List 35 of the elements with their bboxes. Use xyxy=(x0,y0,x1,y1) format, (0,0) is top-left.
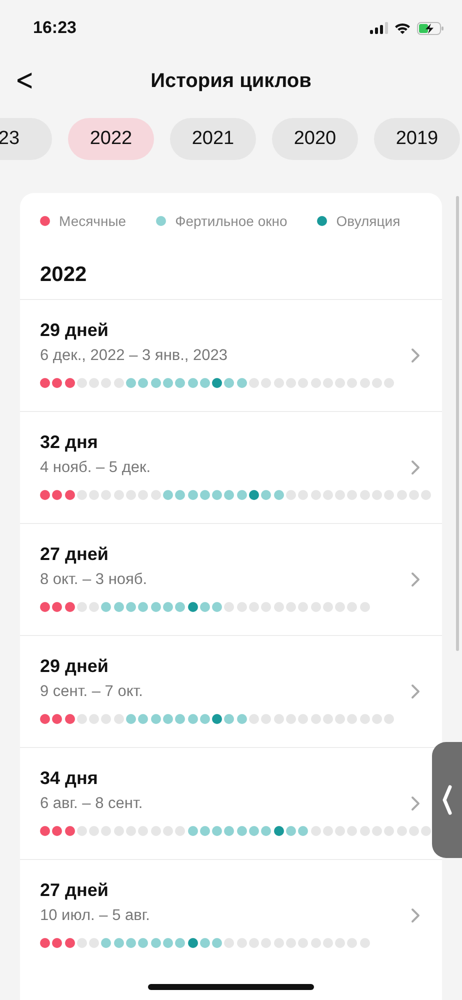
year-chip[interactable]: 2022 xyxy=(68,118,154,160)
chevron-left-icon xyxy=(442,785,452,815)
status-time: 16:23 xyxy=(33,18,76,38)
cycle-length: 27 дней xyxy=(40,880,108,901)
chevron-right-icon xyxy=(411,572,420,587)
legend-label: Фертильное окно xyxy=(175,213,288,229)
page-title: История циклов xyxy=(150,70,312,92)
cycle-dates: 9 сент. – 7 окт. xyxy=(40,683,143,701)
cycle-length: 29 дней xyxy=(40,320,108,341)
chevron-right-icon xyxy=(411,684,420,699)
cycle-dates: 8 окт. – 3 нояб. xyxy=(40,571,148,589)
cycle-dates: 6 авг. – 8 сент. xyxy=(40,795,143,813)
chevron-right-icon xyxy=(411,348,420,363)
signal-icon xyxy=(370,22,388,34)
legend-label: Месячные xyxy=(59,213,126,229)
legend-label: Овуляция xyxy=(336,213,400,229)
cycle-length: 34 дня xyxy=(40,768,98,789)
cycle-dates: 4 нояб. – 5 дек. xyxy=(40,459,151,477)
cycle-length: 27 дней xyxy=(40,544,108,565)
cycle-dates: 10 июл. – 5 авг. xyxy=(40,907,150,925)
cycle-dates: 6 дек., 2022 – 3 янв., 2023 xyxy=(40,347,228,365)
year-chip[interactable]: 2021 xyxy=(170,118,256,160)
chevron-right-icon xyxy=(411,796,420,811)
cycle-length: 29 дней xyxy=(40,656,108,677)
back-button[interactable]: < xyxy=(12,64,37,98)
chevron-right-icon xyxy=(411,908,420,923)
scrollbar[interactable] xyxy=(456,196,459,651)
section-title: 2022 xyxy=(39,262,88,288)
battery-charging-icon xyxy=(417,22,444,34)
side-handle[interactable] xyxy=(432,742,462,858)
cycle-length: 32 дня xyxy=(40,432,98,453)
wifi-icon xyxy=(394,22,411,34)
chevron-right-icon xyxy=(411,460,420,475)
year-chip[interactable]: 2020 xyxy=(272,118,358,160)
year-chip[interactable]: 2019 xyxy=(374,118,460,160)
